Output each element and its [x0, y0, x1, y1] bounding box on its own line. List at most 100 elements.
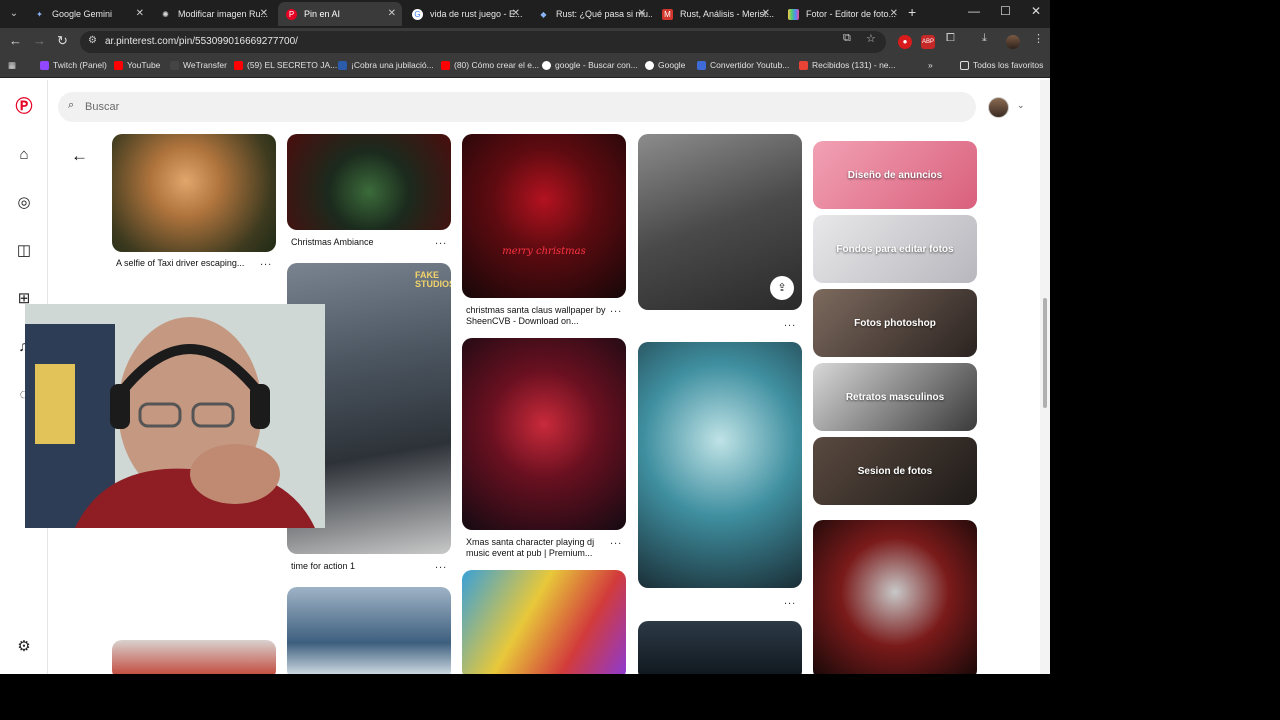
tab-rust-que-pasa[interactable]: ◆ Rust: ¿Qué pasa si mu... ✕: [530, 2, 652, 26]
pin-taxi-selfie[interactable]: [112, 134, 276, 252]
bookmark-label: google - Buscar con...: [555, 60, 638, 70]
back-arrow-icon[interactable]: ←: [71, 146, 88, 166]
share-icon[interactable]: ⇪: [770, 276, 794, 300]
explore-compass-icon[interactable]: ◎: [14, 193, 34, 213]
install-app-icon[interactable]: ⧉: [843, 32, 851, 45]
reload-button[interactable]: ↻: [57, 33, 68, 49]
search-bar[interactable]: ⌕ Buscar: [58, 92, 976, 122]
pin-caption[interactable]: time for action 1: [291, 561, 355, 572]
bookmark-google-buscar[interactable]: google - Buscar con...: [542, 60, 638, 70]
forward-button[interactable]: →: [33, 33, 46, 48]
back-button[interactable]: ←: [9, 33, 22, 48]
metacritic-icon: M: [662, 9, 673, 20]
tab-vida-de-rust[interactable]: G vida de rust juego - E... ✕: [404, 2, 526, 26]
more-options-icon[interactable]: ...: [784, 317, 796, 329]
tab-search-icon[interactable]: ⌄: [5, 5, 23, 23]
minimize-button[interactable]: —: [968, 4, 980, 18]
close-icon[interactable]: ✕: [388, 2, 396, 26]
menu-kebab-icon[interactable]: ⋮: [1033, 32, 1044, 45]
pin-caption[interactable]: christmas santa claus wallpaper by Sheen…: [466, 305, 606, 327]
bookmark-google[interactable]: Google: [645, 60, 685, 70]
bookmark-recibidos[interactable]: Recibidos (131) - ne...: [799, 60, 896, 70]
bookmark-label: (59) EL SECRETO JA...: [247, 60, 338, 70]
close-window-button[interactable]: ✕: [1031, 4, 1041, 18]
google-icon: [542, 61, 551, 70]
category-diseno-anuncios[interactable]: Diseño de anuncios: [813, 141, 977, 209]
avatar[interactable]: [988, 97, 1009, 118]
category-sesion-fotos[interactable]: Sesion de fotos: [813, 437, 977, 505]
close-icon[interactable]: ✕: [136, 2, 144, 26]
bookmark-jubilacion[interactable]: ¡Cobra una jubilació...: [338, 60, 434, 70]
pin-christmas-ambiance[interactable]: [287, 134, 451, 230]
boards-icon[interactable]: ◫: [14, 241, 34, 261]
bookmark-star-icon[interactable]: ☆: [866, 32, 876, 45]
more-options-icon[interactable]: ...: [610, 303, 622, 315]
close-icon[interactable]: ✕: [512, 2, 520, 26]
tab-pin-en-ai[interactable]: P Pin en AI ✕: [278, 2, 402, 26]
pin-coca-cola[interactable]: [638, 342, 802, 588]
extension-red-icon[interactable]: ●: [898, 35, 912, 49]
pin-caption[interactable]: Christmas Ambiance: [291, 237, 374, 248]
merry-christmas-text: merry christmas: [502, 246, 586, 257]
more-options-icon[interactable]: ...: [435, 235, 447, 247]
settings-gear-icon[interactable]: ⚙: [14, 637, 34, 657]
url-text[interactable]: ar.pinterest.com/pin/553099016669277700/: [105, 36, 298, 47]
scrollbar-thumb[interactable]: [1043, 298, 1047, 408]
tab-title: Google Gemini: [52, 9, 113, 19]
home-icon[interactable]: ⌂: [14, 145, 34, 165]
category-retratos-masculinos[interactable]: Retratos masculinos: [813, 363, 977, 431]
bookmarks-overflow-button[interactable]: »: [928, 60, 933, 70]
site-info-icon[interactable]: ⚙: [88, 35, 97, 46]
new-tab-button[interactable]: +: [908, 4, 916, 20]
bookmark-como-crear[interactable]: (80) Cómo crear el e...: [441, 60, 539, 70]
page-scrollbar[interactable]: [1040, 80, 1050, 674]
all-favorites-folder[interactable]: Todos los favoritos: [960, 60, 1043, 70]
bookmark-convertidor[interactable]: Convertidor Youtub...: [697, 60, 789, 70]
youtube-icon: [441, 61, 450, 70]
search-icon: ⌕: [68, 99, 75, 111]
close-icon[interactable]: ✕: [260, 2, 268, 26]
search-input[interactable]: Buscar: [85, 101, 119, 113]
google-icon: [645, 61, 654, 70]
twitch-icon: [40, 61, 49, 70]
pin-santa-dj[interactable]: [462, 338, 626, 530]
more-options-icon[interactable]: ...: [260, 256, 272, 268]
category-fotos-photoshop[interactable]: Fotos photoshop: [813, 289, 977, 357]
category-label: Fotos photoshop: [854, 317, 936, 329]
extensions-puzzle-icon[interactable]: ⧠: [946, 32, 955, 45]
pin-dark-scene[interactable]: [638, 621, 802, 674]
pin-santa-wallpaper[interactable]: [462, 134, 626, 298]
maximize-button[interactable]: ☐: [1000, 4, 1011, 18]
more-options-icon[interactable]: ...: [435, 559, 447, 571]
pin-shark[interactable]: [287, 587, 451, 674]
bookmark-youtube[interactable]: YouTube: [114, 60, 160, 70]
adblock-icon[interactable]: ABP: [921, 35, 935, 49]
bookmark-wetransfer[interactable]: WeTransfer: [170, 60, 227, 70]
tab-google-gemini[interactable]: ✦ Google Gemini ✕: [26, 2, 150, 26]
address-bar[interactable]: ⚙ ar.pinterest.com/pin/55309901666927770…: [80, 31, 886, 53]
apps-grid-icon[interactable]: ▦: [8, 60, 16, 71]
pinterest-logo-icon[interactable]: Ⓟ: [14, 97, 34, 117]
pin-santa-graffiti[interactable]: [462, 570, 626, 674]
pin-santa-partial[interactable]: [112, 640, 276, 674]
bookmark-secreto[interactable]: (59) EL SECRETO JA...: [234, 60, 337, 70]
more-options-icon[interactable]: ...: [784, 595, 796, 607]
pin-caption[interactable]: A selfie of Taxi driver escaping...: [116, 258, 260, 269]
category-fondos-editar[interactable]: Fondos para editar fotos: [813, 215, 977, 283]
tab-rust-analisis[interactable]: M Rust, Análisis - Merist... ✕: [654, 2, 776, 26]
bookmark-twitch[interactable]: Twitch (Panel): [40, 60, 107, 70]
bookmark-label: WeTransfer: [183, 60, 227, 70]
close-icon[interactable]: ✕: [890, 2, 898, 26]
profile-icon[interactable]: [1006, 35, 1020, 49]
close-icon[interactable]: ✕: [638, 2, 646, 26]
more-options-icon[interactable]: ...: [610, 535, 622, 547]
tab-modificar-imagen[interactable]: ✺ Modificar imagen Ru... ✕: [152, 2, 274, 26]
fotor-icon: [788, 9, 799, 20]
pin-caption[interactable]: Xmas santa character playing dj music ev…: [466, 537, 606, 559]
close-icon[interactable]: ✕: [762, 2, 770, 26]
chevron-down-icon[interactable]: ⌄: [1017, 100, 1025, 111]
bookmark-label: Twitch (Panel): [53, 60, 107, 70]
pin-santa-headphones[interactable]: [813, 520, 977, 674]
download-icon[interactable]: ⤓: [982, 32, 987, 45]
tab-fotor[interactable]: Fotor - Editor de foto... ✕: [780, 2, 904, 26]
